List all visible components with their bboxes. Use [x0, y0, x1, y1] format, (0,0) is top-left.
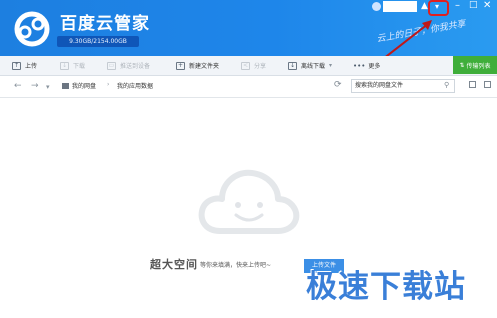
maximize-button[interactable]: □ [469, 0, 478, 10]
more-label: 更多 [368, 63, 381, 70]
list-view-icon[interactable] [469, 81, 476, 88]
upload-icon: ↑ [12, 61, 21, 70]
toolbar: ↑ 上传 ↓ 下载 ▭ 推送到设备 + 新建文件夹 < 分享 ↓ 离线下载 ▾ … [0, 56, 497, 76]
empty-cloud-smiley-icon [198, 169, 300, 234]
new-folder-icon: + [176, 61, 185, 70]
share-button[interactable]: < 分享 [241, 56, 266, 75]
download-label: 下载 [73, 63, 86, 70]
empty-state-title: 超大空间 [150, 258, 198, 271]
push-device-icon: ▭ [107, 61, 116, 70]
offline-download-icon: ↓ [288, 61, 297, 70]
home-icon[interactable] [62, 83, 69, 89]
upload-button[interactable]: ↑ 上传 [12, 56, 37, 75]
minimize-button[interactable]: – [455, 0, 460, 11]
share-label: 分享 [254, 63, 267, 70]
offline-download-label: 离线下载 [301, 63, 326, 70]
close-button[interactable]: ✕ [483, 0, 491, 11]
chevron-down-icon: ▾ [329, 62, 333, 69]
search-input[interactable]: 搜索我的网盘文件 [351, 79, 455, 93]
baidu-cloud-logo-icon [14, 11, 50, 47]
upload-label: 上传 [25, 63, 38, 70]
empty-state-description: 等你来填满，快来上传吧~ [200, 262, 272, 269]
download-icon: ↓ [60, 61, 69, 70]
push-device-label: 推送到设备 [120, 63, 151, 70]
transfer-list-label: 传输列表 [466, 62, 491, 70]
back-arrow-icon[interactable]: ← [14, 81, 22, 91]
search-icon[interactable]: ⚲ [444, 81, 449, 89]
refresh-icon[interactable]: ⟳ [334, 80, 342, 90]
more-icon: ••• [353, 61, 366, 70]
transfer-list-button[interactable]: ⇅ 传输列表 [453, 56, 497, 74]
breadcrumb-separator: › [107, 81, 110, 88]
share-icon: < [241, 61, 250, 70]
breadcrumb-app-data[interactable]: 我的应用数据 [117, 81, 153, 90]
download-button[interactable]: ↓ 下载 [60, 56, 85, 75]
offline-download-button[interactable]: ↓ 离线下载 ▾ [288, 56, 332, 75]
transfer-icon: ⇅ [459, 61, 465, 69]
site-watermark: 极速下载站 [306, 269, 466, 305]
forward-arrow-icon[interactable]: → [31, 81, 39, 91]
push-device-button[interactable]: ▭ 推送到设备 [107, 56, 150, 75]
grid-view-icon[interactable] [484, 81, 491, 88]
app-title: 百度云管家 [60, 14, 150, 34]
history-dropdown-icon[interactable]: ▾ [46, 83, 50, 91]
storage-quota: 9.30GB/2154.00GB [57, 36, 139, 47]
breadcrumb-my-netdisk[interactable]: 我的网盘 [72, 81, 96, 90]
more-button[interactable]: ••• 更多 [353, 56, 380, 75]
new-folder-button[interactable]: + 新建文件夹 [176, 56, 219, 75]
new-folder-label: 新建文件夹 [189, 63, 220, 70]
